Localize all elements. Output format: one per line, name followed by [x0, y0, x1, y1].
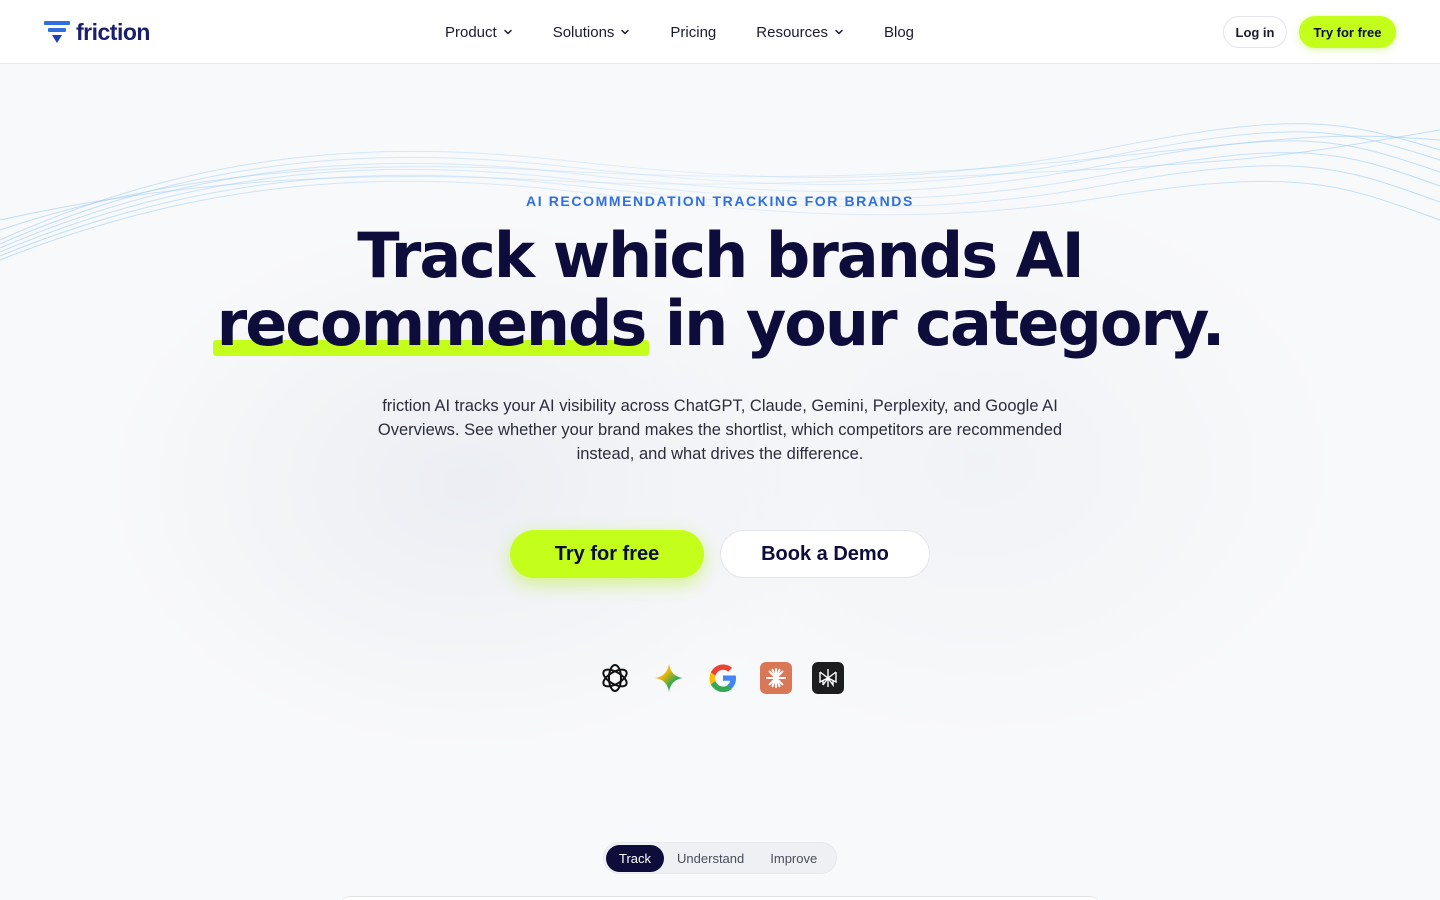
nav-resources-label: Resources [756, 23, 828, 41]
headline-rest: in your category. [645, 287, 1225, 360]
nav-product[interactable]: Product [445, 24, 513, 41]
nav-product-label: Product [445, 23, 497, 41]
headline-highlight: recommends [212, 287, 649, 360]
chevron-down-icon [503, 29, 512, 35]
openai-icon [598, 661, 632, 695]
feature-panel [340, 896, 1100, 900]
nav-pricing-label: Pricing [670, 23, 717, 41]
nav-solutions-label: Solutions [552, 23, 615, 41]
friction-logo[interactable]: friction [44, 18, 150, 46]
tab-understand[interactable]: Understand [664, 845, 757, 872]
gemini-icon [652, 661, 686, 695]
nav-pricing[interactable]: Pricing [670, 24, 716, 41]
hero-headline: Track which brands AI recommends in your… [0, 222, 1440, 358]
ai-platform-logos [598, 660, 844, 696]
hero-eyebrow: AI RECOMMENDATION TRACKING FOR BRANDS [526, 193, 914, 209]
site-header: friction Product Solutions Pricing Resou… [0, 0, 1440, 64]
chevron-down-icon [835, 29, 843, 35]
nav-blog[interactable]: Blog [884, 24, 914, 41]
google-icon [706, 661, 740, 695]
perplexity-icon [812, 662, 844, 694]
book-demo-button[interactable]: Book a Demo [720, 530, 930, 578]
header-try-free-button[interactable]: Try for free [1299, 16, 1396, 48]
nav-resources[interactable]: Resources [756, 24, 844, 41]
tab-improve[interactable]: Improve [757, 845, 830, 872]
feature-tabs: Track Understand Improve [603, 842, 837, 874]
headline-line-1: Track which brands AI [357, 219, 1084, 292]
headline-line-2: recommends in your category. [0, 290, 1440, 358]
login-button[interactable]: Log in [1223, 16, 1287, 48]
chevron-down-icon [621, 29, 630, 35]
tab-track[interactable]: Track [606, 844, 665, 872]
nav-solutions[interactable]: Solutions [553, 24, 631, 41]
hero-try-free-button[interactable]: Try for free [510, 530, 704, 578]
main-nav: Product Solutions Pricing Resources Blog [445, 0, 954, 64]
brand-name: friction [76, 18, 150, 45]
claude-icon [760, 662, 792, 694]
nav-blog-label: Blog [883, 23, 915, 41]
hero-subtitle: friction AI tracks your AI visibility ac… [377, 397, 1063, 463]
friction-logo-icon [44, 21, 70, 43]
